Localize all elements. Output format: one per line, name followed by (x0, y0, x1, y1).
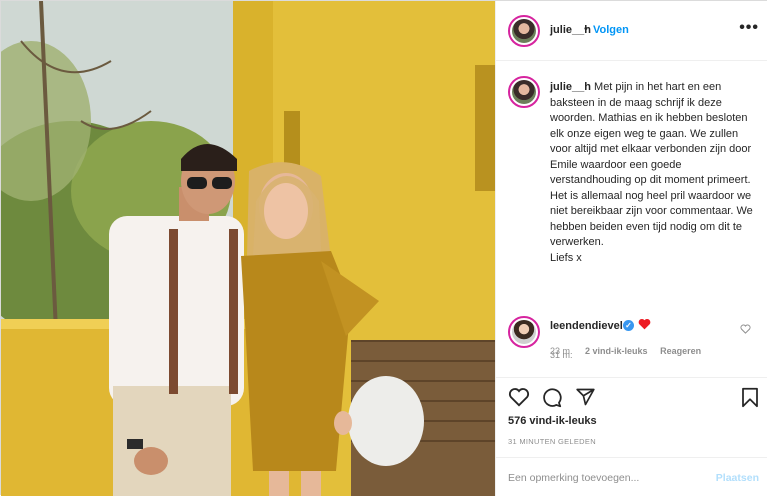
post-header: julie__h • Volgen ••• (496, 1, 767, 61)
heart-icon[interactable] (508, 387, 530, 407)
more-options-icon[interactable]: ••• (739, 19, 759, 37)
caption-text: julie__h Met pijn in het hart en een bak… (550, 80, 756, 266)
comment-meta: 23 m. 2 vind-ik-leuks Reageren (550, 346, 711, 356)
comment-likes-count[interactable]: 2 vind-ik-leuks (585, 346, 648, 356)
caption-body: Met pijn in het hart en een baksteen in … (550, 81, 753, 264)
follow-button[interactable]: Volgen (593, 24, 629, 36)
commenter-avatar[interactable] (508, 316, 540, 348)
post-timestamp[interactable]: 31 MINUTEN GELEDEN (508, 437, 596, 446)
comment-input[interactable]: Een opmerking toevoegen... (508, 472, 639, 484)
instagram-post: julie__h • Volgen ••• julie__h Met pijn … (0, 0, 767, 496)
caption-author-avatar[interactable] (508, 76, 540, 108)
post-photo[interactable] (1, 1, 495, 496)
comment-like-icon[interactable] (740, 324, 751, 334)
add-comment-bar: Een opmerking toevoegen... Plaatsen (496, 457, 767, 496)
post-side-panel: julie__h • Volgen ••• julie__h Met pijn … (495, 1, 767, 496)
red-heart-emoji-icon (638, 318, 651, 330)
author-avatar[interactable] (508, 15, 540, 47)
commenter-username[interactable]: leendendievel (550, 320, 623, 332)
post-comment-button[interactable]: Plaatsen (716, 472, 759, 484)
separator-dot: • (584, 23, 588, 35)
bookmark-icon[interactable] (741, 387, 759, 408)
comment-icon[interactable] (541, 387, 562, 408)
reply-button[interactable]: Reageren (660, 346, 701, 356)
post-actions: 576 vind-ik-leuks 31 MINUTEN GELEDEN (496, 377, 767, 467)
share-icon[interactable] (575, 387, 596, 407)
comments-area[interactable]: julie__h Met pijn in het hart en een bak… (496, 62, 767, 376)
post-photo-illustration (1, 1, 495, 496)
comment-timestamp[interactable]: 23 m. (550, 346, 573, 356)
verified-badge-icon: ✓ (623, 320, 634, 331)
likes-count[interactable]: 576 vind-ik-leuks (508, 415, 597, 427)
caption-author[interactable]: julie__h (550, 81, 591, 93)
